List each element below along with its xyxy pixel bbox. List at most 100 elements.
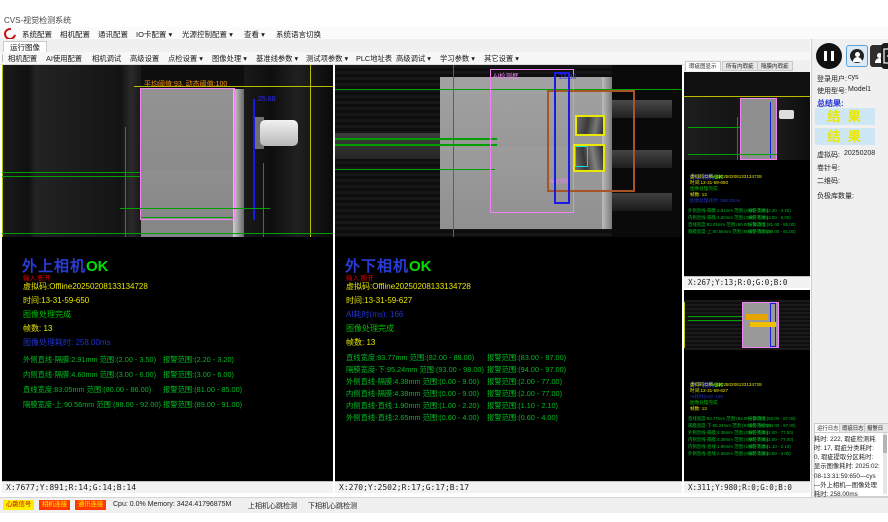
result-text-lower: 结 果 <box>827 129 863 144</box>
tool-camera-debug[interactable]: 相机调试 <box>92 54 121 64</box>
top-mini-view[interactable]: 外上相机OK 虚拟码:Offline20250208133134728 时间:1… <box>684 72 810 276</box>
top-mini-measure-3-alarm: 报警范围:(89.00 - 91.00) <box>748 229 796 235</box>
left-overlay-green-vline-1 <box>125 127 126 237</box>
bottom-mini-measure-2-alarm: 报警范围:(2.00 - 77.00) <box>748 430 793 436</box>
left-camera-virtual-code: 虚拟码:Offline20250208133134728 <box>23 281 148 292</box>
mid-overlay-green-vline <box>453 65 454 237</box>
mid-overlay-cyan-rect <box>575 146 588 167</box>
top-mini-measure-1-alarm: 报警范围:(3.00 - 6.00) <box>748 215 791 221</box>
top-mini-blue-vline <box>770 102 771 158</box>
tool-other-set[interactable]: 其它设置 ▾ <box>484 54 519 64</box>
top-mini-gray-block <box>740 98 777 160</box>
tool-camera-config[interactable]: 相机配置 <box>8 54 37 64</box>
left-overlay-blue-value: 25.88 <box>258 96 276 103</box>
mid-measure-2: 外侧直线-隔膜:4.38mm 范围:(0.00 - 9.00) <box>346 377 479 387</box>
left-camera-view[interactable]: 平均阈值:93, 动态阈值:100 25.88 外上相机OK 输入:断开 虚拟码… <box>2 65 333 481</box>
tool-test-param[interactable]: 测试项参数 ▾ <box>306 54 348 64</box>
left-overlay-green-vline-2 <box>263 163 264 237</box>
mid-measure-2-alarm: 报警范围:(2.00 - 77.00) <box>487 377 562 387</box>
left-camera-process-time: 图像处理耗时: 258.00ms <box>23 337 111 348</box>
top-mini-metal-part <box>779 110 794 119</box>
log-text: 耗时: 222, 瑕疵检测耗时: 17, 瑕疵分类耗时: 0, 瑕疵提取分区耗时… <box>814 435 880 499</box>
top-mini-yellow-hline <box>684 96 810 97</box>
left-overlay-pink-rect <box>140 88 235 220</box>
log-scrollbar-thumb[interactable] <box>883 435 887 453</box>
pause-icon <box>824 51 834 61</box>
log-scrollbar[interactable] <box>883 433 887 494</box>
cpu-memory-text: Cpu: 0.0% Memory: 3424.41796875M <box>113 501 231 508</box>
login-user-button[interactable] <box>846 45 868 67</box>
app-window: CVS-视觉检测系统 系统配置 相机配置 通讯配置 IO卡配置 ▾ 光源控制配置… <box>0 0 888 522</box>
exit-door-icon <box>881 43 888 69</box>
defect-tab-membrane[interactable]: 隔膜内瑕疵 <box>757 61 793 71</box>
anode-count-label: 负极库数量: <box>817 191 854 201</box>
model-label: 使用型号: <box>817 86 847 96</box>
tool-adv-debug[interactable]: 高级调试 ▾ <box>396 54 431 64</box>
result-box-lower: 结 果 <box>815 128 875 145</box>
top-mini-process-time: 图像处理耗时: 258.00ms <box>690 198 740 204</box>
bottom-mini-measure-4-alarm: 报警范围:(1.10 - 2.10) <box>748 444 791 450</box>
defect-tab-display[interactable]: 瑕疵图显示 <box>685 61 721 71</box>
mid-overlay-blue-rect <box>554 72 570 204</box>
bottom-mini-frame-count: 帧数: 13 <box>690 406 707 412</box>
mid-overlay-yellow-rect-1 <box>575 115 605 136</box>
mid-measure-3: 内侧直线-隔膜:4.38mm 范围:(0.00 - 9.00) <box>346 389 479 399</box>
bottom-mini-view[interactable]: 外下相机OK 虚拟码:Offline20250208133134728 时间:1… <box>684 290 810 481</box>
status-bar: 心跳信号 相机连接 通讯连接 Cpu: 0.0% Memory: 3424.41… <box>0 497 888 513</box>
tool-ai-config[interactable]: AI使用配置 <box>46 54 82 64</box>
tab-strip <box>0 39 810 53</box>
control-panel: 登录用户: cys 使用型号: Model1 总结果: 结 果 结 果 虚拟码:… <box>811 39 888 497</box>
bottom-mini-defect-mark-2 <box>750 322 776 327</box>
left-image-right-machinery <box>244 65 333 237</box>
left-overlay-green-hline-3 <box>120 208 270 209</box>
left-camera-time: 时间:13-31-59-650 <box>23 295 89 306</box>
mid-measure-4-alarm: 报警范围:(1.10 - 2.10) <box>487 401 558 411</box>
tool-learn-param[interactable]: 学习参数 ▾ <box>440 54 475 64</box>
defect-tab-all-inner[interactable]: 所有内瑕疵 <box>722 61 758 71</box>
pause-button[interactable] <box>816 43 842 69</box>
top-mini-measure-2-alarm: 报警范围:(81.00 - 85.00) <box>748 222 796 228</box>
mid-measure-0-alarm: 报警范围:(83.00 - 87.00) <box>487 353 566 363</box>
login-user-value: cys <box>848 74 859 81</box>
mid-measure-1: 隔膜宽度-下:95.24mm 范围:(93.00 - 98.00) <box>346 365 484 375</box>
virtual-code-label: 虚拟码: <box>817 150 840 160</box>
mid-measure-1-alarm: 报警范围:(94.00 - 97.00) <box>487 365 566 375</box>
mid-measure-5: 外侧直线-直线:2.65mm 范围:(0.60 - 4.00) <box>346 413 479 423</box>
tool-advanced-set[interactable]: 高级设置 <box>130 54 159 64</box>
login-user-label: 登录用户: <box>817 74 847 84</box>
upper-camera-heartbeat: 上相机心跳检测 <box>248 501 297 511</box>
left-overlay-yellow-vline-left <box>2 65 3 237</box>
left-measure-1-alarm: 报警范围:(3.00 - 6.00) <box>163 370 234 380</box>
exit-button[interactable] <box>881 43 888 69</box>
left-camera-status-ok: OK <box>86 258 109 275</box>
left-overlay-green-hline-4 <box>141 217 233 218</box>
toolbar-grip[interactable] <box>2 54 3 62</box>
left-measure-3: 隔膜宽度-上:90.56mm 范围:(88.00 - 92.00) <box>23 400 161 410</box>
tool-plc-table[interactable]: PLC地址表 <box>356 54 392 64</box>
mid-overlay-green-hline-3 <box>335 169 495 170</box>
heartbeat-badge: 心跳信号 <box>3 500 34 510</box>
mid-camera-time: 时间:13-31-59-627 <box>346 295 412 306</box>
top-mini-green-hline-2 <box>688 154 777 155</box>
mid-image-left-band <box>335 133 453 159</box>
tool-baseline-param[interactable]: 基准线参数 ▾ <box>256 54 298 64</box>
left-camera-frame-count: 帧数: 13 <box>23 323 52 334</box>
mid-measure-4: 内侧直线-直线:1.90mm 范围:(1.00 - 2.20) <box>346 401 479 411</box>
mid-overlay-green-hline-2 <box>335 144 497 146</box>
bottom-mini-yellow-vline <box>684 302 685 348</box>
top-mini-coord-bar: X:267;Y:13;R:0;G:0;B:0 <box>684 276 810 288</box>
mid-camera-virtual-code: 虚拟码:Offline20250208133134728 <box>346 281 471 292</box>
user-icon <box>850 49 864 63</box>
bottom-mini-measure-5-alarm: 报警范围:(0.60 - 4.00) <box>748 451 791 457</box>
left-overlay-green-hline-2 <box>2 176 140 177</box>
tool-image-process[interactable]: 图像处理 ▾ <box>212 54 247 64</box>
tool-spot-check[interactable]: 点检设置 ▾ <box>168 54 203 64</box>
bottom-mini-measure-3-alarm: 报警范围:(2.00 - 77.00) <box>748 437 793 443</box>
window-title: CVS-视觉检测系统 <box>4 15 71 26</box>
result-text-upper: 结 果 <box>827 109 863 124</box>
mid-measure-5-alarm: 报警范围:(0.60 - 4.00) <box>487 413 558 423</box>
mid-camera-view[interactable]: AI检测框 AI检测框 23.80 外下相机OK 输入:断开 虚拟码:Offli… <box>335 65 682 481</box>
mid-overlay-ai-label: AI检测框 <box>493 70 519 80</box>
needle-number-label: 卷针号: <box>817 163 840 173</box>
left-overlay-green-hline-1 <box>2 172 140 173</box>
